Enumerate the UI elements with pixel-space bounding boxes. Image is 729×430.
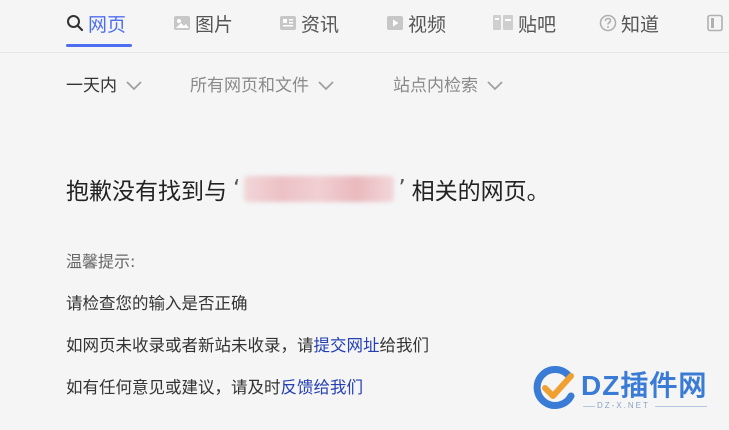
submit-url-link[interactable]: 提交网址 [314, 336, 380, 355]
headline-prefix: 抱歉没有找到与 [66, 179, 227, 205]
tab-more[interactable] [706, 10, 724, 36]
site-filter[interactable]: 站点内检索 [393, 71, 504, 96]
image-icon [173, 14, 191, 32]
tip-text: 如有任何意见或建议，请及时 [66, 378, 281, 397]
tab-images[interactable]: 图片 [173, 10, 233, 36]
filter-label: 站点内检索 [393, 75, 478, 96]
redacted-query [244, 176, 395, 202]
tab-label: 图片 [195, 13, 234, 36]
headline-suffix: 相关的网页。 [411, 179, 550, 205]
active-tab-indicator [66, 44, 132, 47]
tab-label: 视频 [408, 13, 447, 36]
watermark: DZ插件网 DZ-X.NET [527, 360, 717, 420]
tip-text: 给我们 [379, 336, 430, 355]
tip-submit-url: 如网页未收录或者新站未收录，请提交网址给我们 [66, 332, 429, 356]
tab-zhidao[interactable]: 知道 [599, 10, 659, 36]
tips-title: 温馨提示: [66, 252, 136, 271]
tab-news[interactable]: 资讯 [279, 10, 339, 36]
video-icon [386, 14, 404, 32]
no-results-message: 抱歉没有找到与 ‘ ’ 相关的网页。 [66, 172, 550, 206]
question-icon [599, 14, 617, 32]
tip-check-input: 请检查您的输入是否正确 [66, 294, 248, 313]
tab-label: 网页 [88, 13, 127, 36]
open-quote: ‘ [233, 176, 241, 202]
news-icon [279, 14, 297, 32]
tab-label: 知道 [621, 13, 660, 36]
watermark-logo-icon [531, 364, 579, 416]
tab-web[interactable]: 网页 [66, 10, 126, 36]
document-icon [706, 14, 724, 32]
search-results-page: 网页 图片 资讯 视频 贴吧 知道 一天内 所有网页和文件 站点内检索 抱歉没有… [0, 0, 729, 430]
tip-text: 如网页未收录或者新站未收录，请 [66, 336, 314, 355]
tab-video[interactable]: 视频 [386, 10, 446, 36]
filter-label: 一天内 [66, 75, 117, 96]
tab-tieba[interactable]: 贴吧 [492, 10, 556, 36]
close-quote: ’ [398, 176, 406, 202]
chevron-down-icon [125, 77, 143, 91]
tab-label: 资讯 [301, 13, 340, 36]
watermark-domain: DZ-X.NET [597, 401, 650, 410]
watermark-divider [583, 406, 595, 407]
filetype-filter[interactable]: 所有网页和文件 [190, 71, 335, 96]
tip-feedback: 如有任何意见或建议，请及时反馈给我们 [66, 374, 363, 398]
watermark-brand: DZ插件网 [581, 370, 708, 401]
search-tabs: 网页 图片 资讯 视频 贴吧 知道 [0, 0, 729, 53]
chevron-down-icon [486, 77, 504, 91]
search-icon [66, 14, 84, 32]
filter-label: 所有网页和文件 [190, 75, 309, 96]
chevron-down-icon [317, 77, 335, 91]
time-filter[interactable]: 一天内 [66, 71, 143, 96]
watermark-divider [655, 406, 707, 407]
tab-label: 贴吧 [518, 13, 557, 36]
feedback-link[interactable]: 反馈给我们 [281, 378, 364, 397]
tieba-icon [492, 14, 514, 32]
